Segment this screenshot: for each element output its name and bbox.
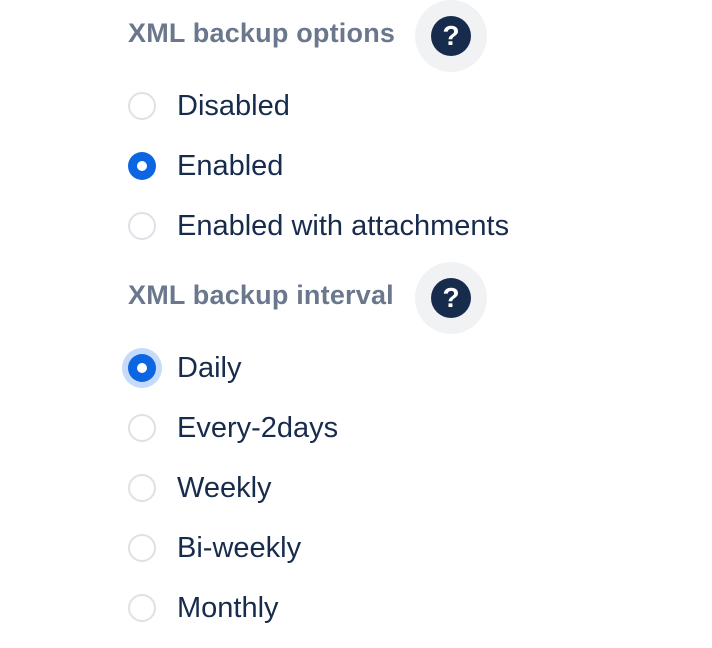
help-button[interactable]: ? bbox=[415, 262, 487, 334]
question-mark-icon: ? bbox=[431, 16, 471, 56]
radio-option-enabled[interactable]: Enabled bbox=[128, 146, 283, 186]
radio-button[interactable] bbox=[128, 92, 156, 120]
xml-backup-interval-group: XML backup interval ? Daily Every-2days … bbox=[128, 262, 528, 624]
radio-button[interactable] bbox=[128, 594, 156, 622]
section-title: XML backup interval bbox=[128, 280, 394, 310]
radio-label: Daily bbox=[177, 351, 242, 384]
radio-button-selected[interactable] bbox=[128, 152, 156, 180]
radio-label: Enabled bbox=[177, 149, 284, 182]
radio-button[interactable] bbox=[128, 534, 156, 562]
section-title: XML backup options bbox=[128, 18, 396, 48]
radio-label: Bi-weekly bbox=[177, 531, 302, 564]
radio-button[interactable] bbox=[128, 212, 156, 240]
radio-button[interactable] bbox=[128, 414, 156, 442]
radio-button-selected[interactable] bbox=[128, 354, 156, 382]
radio-label: Enabled with attachments bbox=[177, 209, 510, 242]
radio-button[interactable] bbox=[128, 474, 156, 502]
help-button[interactable]: ? bbox=[415, 0, 487, 72]
question-mark-icon: ? bbox=[431, 278, 471, 318]
radio-option-every-2days[interactable]: Every-2days bbox=[128, 408, 338, 448]
radio-label: Every-2days bbox=[177, 411, 339, 444]
radio-label: Disabled bbox=[177, 89, 290, 122]
radio-option-disabled[interactable]: Disabled bbox=[128, 86, 290, 126]
radio-option-enabled-with-attachments[interactable]: Enabled with attachments bbox=[128, 206, 509, 246]
radio-option-bi-weekly[interactable]: Bi-weekly bbox=[128, 528, 301, 568]
radio-label: Weekly bbox=[177, 471, 272, 504]
radio-label: Monthly bbox=[177, 591, 279, 624]
xml-backup-options-group: XML backup options ? Disabled Enabled En… bbox=[128, 0, 528, 242]
section-header: XML backup interval ? bbox=[128, 262, 528, 334]
radio-option-daily[interactable]: Daily bbox=[128, 348, 241, 388]
section-header: XML backup options ? bbox=[128, 0, 528, 72]
radio-option-weekly[interactable]: Weekly bbox=[128, 468, 272, 508]
radio-option-monthly[interactable]: Monthly bbox=[128, 588, 279, 628]
